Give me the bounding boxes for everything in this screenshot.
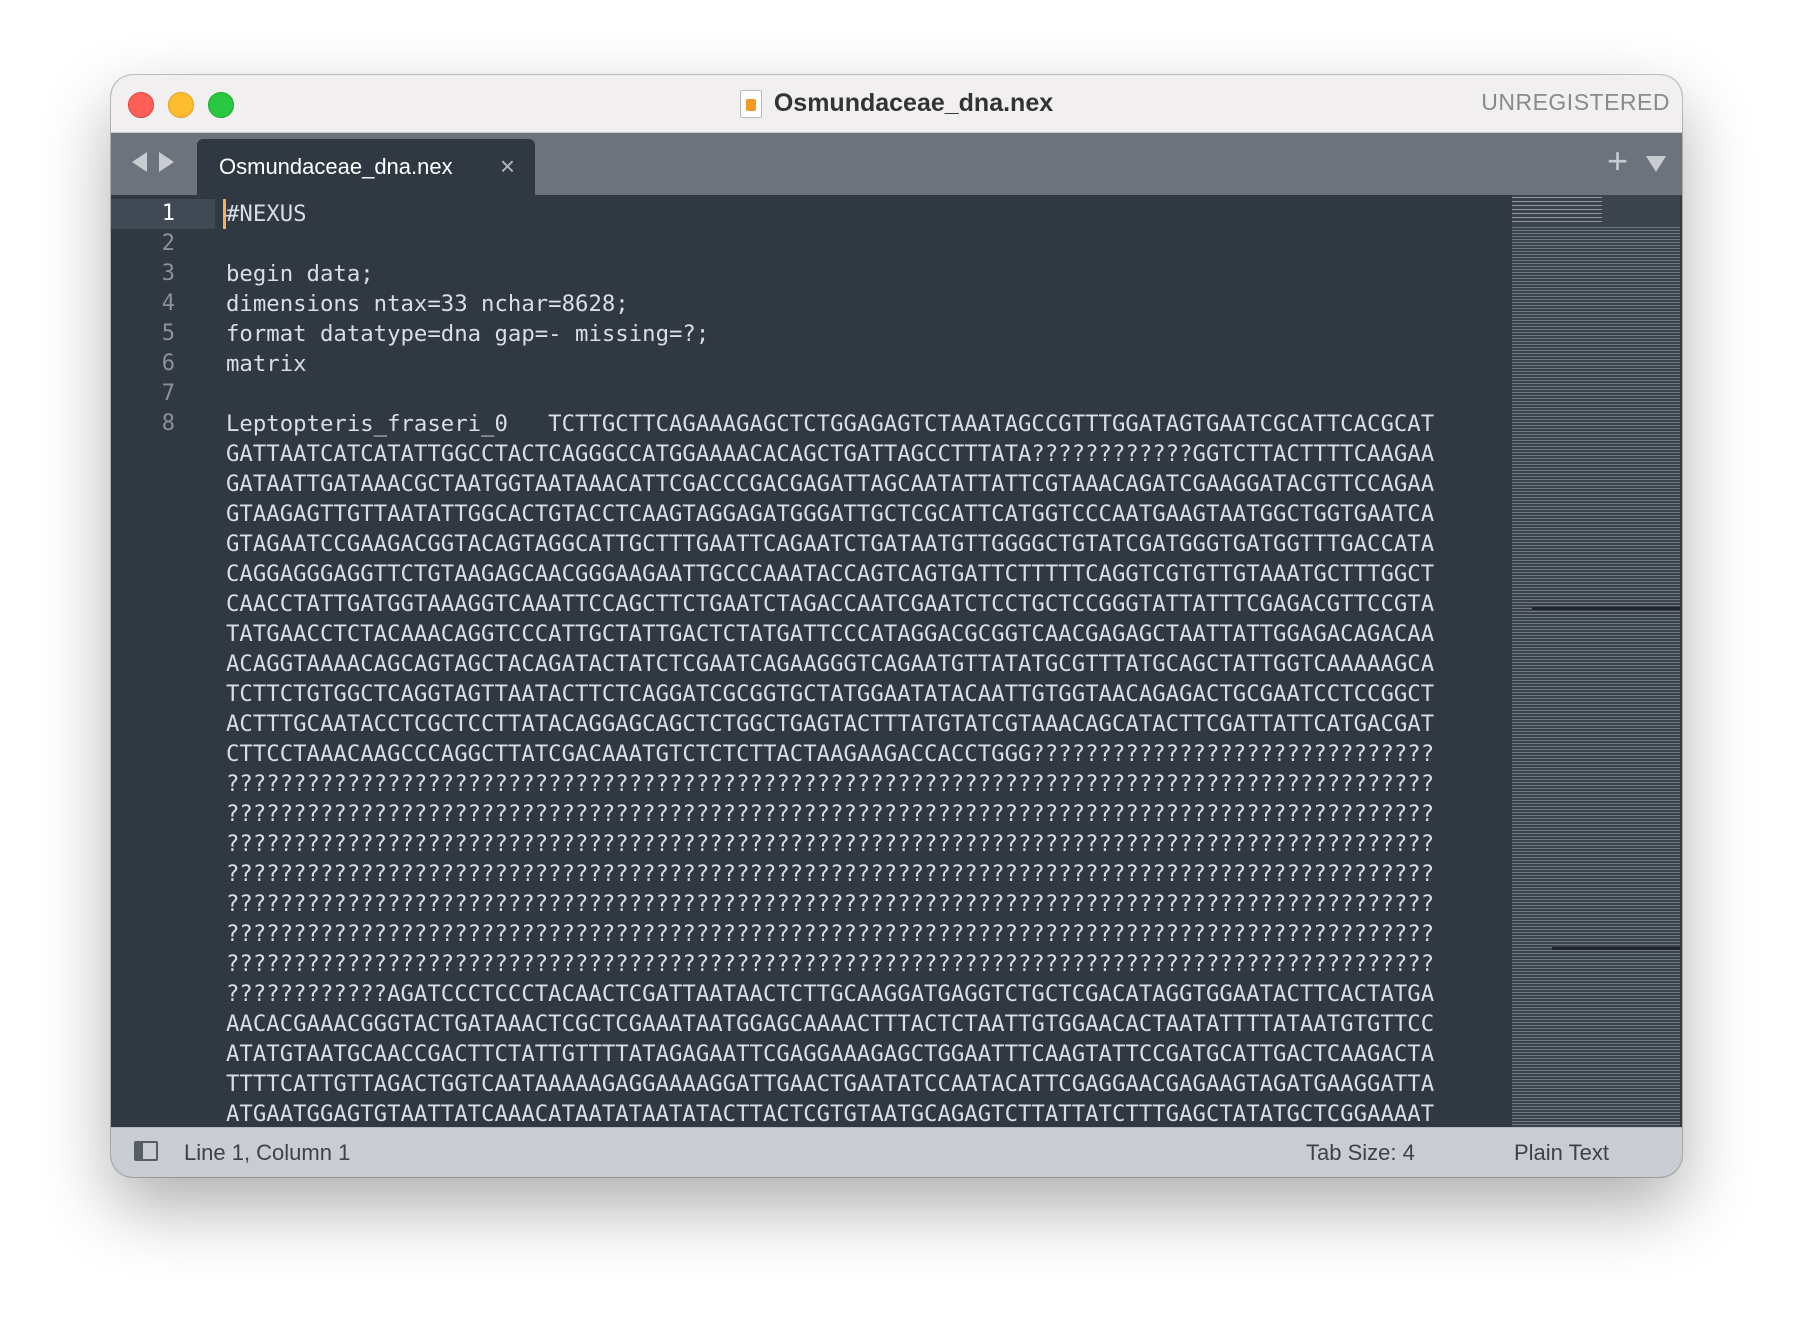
new-tab-button[interactable]: + bbox=[1607, 141, 1628, 181]
code-line: GTAGAATCCGAAGACGGTACAGTAGGCATTGCTTTGAATT… bbox=[226, 531, 1435, 557]
minimap[interactable] bbox=[1512, 195, 1680, 1128]
nav-forward-icon[interactable] bbox=[159, 152, 174, 172]
code-line: TTTTCATTGTTAGACTGGTCAATAAAAAGAGGAAAAGGAT… bbox=[226, 1071, 1435, 1097]
registration-label: UNREGISTERED bbox=[1481, 89, 1670, 115]
line-number: 8 bbox=[161, 411, 175, 436]
line-number: 7 bbox=[161, 381, 175, 406]
code-line: CAGGAGGGAGGTTCTGTAAGAGCAACGGGAAGAATTGCCC… bbox=[226, 561, 1435, 587]
minimap-content bbox=[1512, 227, 1680, 1128]
code-line: #NEXUS bbox=[226, 201, 307, 227]
line-number: 6 bbox=[161, 351, 175, 376]
code-line: dimensions ntax=33 nchar=8628; bbox=[226, 291, 629, 317]
line-number: 1 bbox=[111, 199, 215, 229]
editor-window: Osmundaceae_dna.nex UNREGISTERED Osmunda… bbox=[111, 75, 1682, 1177]
code-line: CTTCCTAAACAAGCCCAGGCTTATCGACAAATGTCTCTCT… bbox=[226, 741, 1435, 767]
code-line: GATTAATCATCATATTGGCCTACTCAGGGCCATGGAAAAC… bbox=[226, 441, 1435, 467]
code-line: TCTTCTGTGGCTCAGGTAGTTAATACTTCTCAGGATCGCG… bbox=[226, 681, 1435, 707]
code-line: ACAGGTAAAACAGCAGTAGCTACAGATACTATCTCGAATC… bbox=[226, 651, 1435, 677]
code-line: ????????????????????????????????????????… bbox=[226, 951, 1435, 977]
line-number: 3 bbox=[161, 261, 175, 286]
code-line: Leptopteris_fraseri_0 TCTTGCTTCAGAAAGAGC… bbox=[226, 411, 1435, 437]
code-line: ????????????????????????????????????????… bbox=[226, 891, 1435, 917]
code-line: AACACGAAACGGGTACTGATAAACTCGCTCGAAATAATGG… bbox=[226, 1011, 1435, 1037]
cursor-position[interactable]: Line 1, Column 1 bbox=[184, 1140, 350, 1166]
tab-bar: Osmundaceae_dna.nex × + bbox=[111, 133, 1682, 195]
window-title-group: Osmundaceae_dna.nex bbox=[111, 75, 1682, 132]
syntax-selector[interactable]: Plain Text bbox=[1514, 1140, 1609, 1166]
code-line: ????????????????????????????????????????… bbox=[226, 771, 1435, 797]
code-line: format datatype=dna gap=- missing=?; bbox=[226, 321, 710, 347]
code-line: TATGAACCTCTACAAACAGGTCCCATTGCTATTGACTCTA… bbox=[226, 621, 1435, 647]
minimap-header-lines bbox=[1512, 197, 1602, 223]
editor-area[interactable]: 12 3 4 5 6 7 8 #NEXUS begin data; dimensions nta… bbox=[111, 195, 1682, 1128]
line-number: 2 bbox=[161, 231, 175, 256]
code-line: ????????????????????????????????????????… bbox=[226, 801, 1435, 827]
code-text[interactable]: #NEXUS begin data; dimensions ntax=33 ncha… bbox=[226, 199, 1626, 1128]
status-bar: Line 1, Column 1 Tab Size: 4 Plain Text bbox=[111, 1127, 1682, 1177]
code-line: GATAATTGATAAACGCTAATGGTAATAAACATTCGACCCG… bbox=[226, 471, 1435, 497]
minimap-marker bbox=[1552, 947, 1680, 950]
code-line: ????????????AGATCCCTCCCTACAACTCGATTAATAA… bbox=[226, 981, 1435, 1007]
code-line: ????????????????????????????????????????… bbox=[226, 831, 1435, 857]
document-icon bbox=[739, 89, 762, 118]
sidebar-toggle-icon[interactable] bbox=[134, 1141, 158, 1161]
title-bar: Osmundaceae_dna.nex UNREGISTERED bbox=[111, 75, 1682, 133]
tab-close-icon[interactable]: × bbox=[500, 151, 515, 182]
code-line: ACTTTGCAATACCTCGCTCCTTATACAGGAGCAGCTCTGG… bbox=[226, 711, 1435, 737]
code-line: begin data; bbox=[226, 261, 374, 287]
tab-osmundaceae-dna[interactable]: Osmundaceae_dna.nex × bbox=[197, 139, 535, 195]
code-line: matrix bbox=[226, 351, 307, 377]
tab-label: Osmundaceae_dna.nex bbox=[219, 154, 453, 179]
minimap-marker bbox=[1532, 607, 1680, 610]
code-line: CAACCTATTGATGGTAAAGGTCAAATTCCAGCTTCTGAAT… bbox=[226, 591, 1435, 617]
line-number: 5 bbox=[161, 321, 175, 346]
code-line: ATGAATGGAGTGTAATTATCAAACATAATATAATATACTT… bbox=[226, 1101, 1435, 1127]
tab-size-selector[interactable]: Tab Size: 4 bbox=[1306, 1140, 1415, 1166]
code-line: ????????????????????????????????????????… bbox=[226, 861, 1435, 887]
code-line: ATATGTAATGCAACCGACTTCTATTGTTTTATAGAGAATT… bbox=[226, 1041, 1435, 1067]
code-line: ????????????????????????????????????????… bbox=[226, 921, 1435, 947]
tab-menu-chevron-down-icon[interactable] bbox=[1646, 156, 1666, 172]
line-number: 4 bbox=[161, 291, 175, 316]
code-line: GTAAGAGTTGTTAATATTGGCACTGTACCTCAAGTAGGAG… bbox=[226, 501, 1435, 527]
window-title: Osmundaceae_dna.nex bbox=[773, 89, 1054, 117]
nav-back-icon[interactable] bbox=[132, 152, 147, 172]
